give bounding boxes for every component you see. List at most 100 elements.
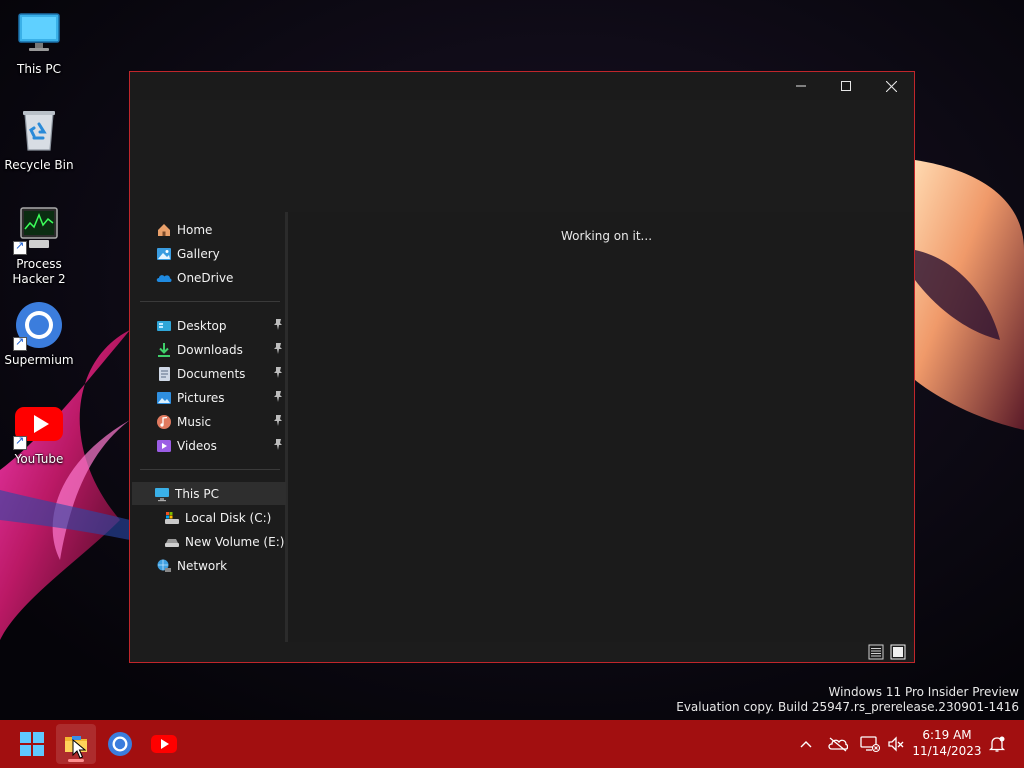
nav-item-label: Music (177, 414, 212, 429)
music-icon (156, 414, 172, 430)
nav-item-local-disk-c[interactable]: Local Disk (C:) (134, 506, 286, 529)
nav-item-label: Gallery (177, 246, 220, 261)
nav-item-downloads[interactable]: Downloads (134, 338, 286, 361)
watermark-line-1: Windows 11 Pro Insider Preview (828, 685, 1019, 699)
taskbar[interactable]: 6:19 AM 11/14/2023 (0, 720, 1024, 768)
nav-item-label: Home (177, 222, 213, 237)
mouse-cursor-icon (72, 738, 87, 762)
maximize-button[interactable] (823, 72, 869, 100)
details-view-button[interactable] (868, 644, 884, 660)
command-bar-area (130, 100, 914, 212)
minimize-button[interactable] (778, 72, 824, 100)
large-icons-view-button[interactable] (890, 644, 906, 660)
nav-item-label: Desktop (177, 318, 227, 333)
downloads-icon (156, 342, 172, 358)
onedrive-offline-icon (828, 737, 848, 752)
nav-item-home[interactable]: Home (134, 218, 286, 241)
supermium-icon (108, 732, 132, 756)
youtube-icon (13, 400, 63, 450)
notification-center-button[interactable] (985, 732, 1009, 756)
local-disk-icon (164, 510, 180, 526)
nav-item-label: Local Disk (C:) (185, 510, 272, 525)
network-icon (156, 558, 172, 574)
show-hidden-icons-button[interactable] (794, 732, 818, 756)
nav-item-onedrive[interactable]: OneDrive (134, 266, 286, 289)
documents-icon (156, 366, 172, 382)
recycle-bin-icon (15, 106, 63, 154)
pin-icon[interactable] (272, 342, 284, 356)
close-button[interactable] (868, 72, 914, 100)
minimize-icon (796, 85, 806, 87)
close-icon (885, 80, 897, 92)
desktop-icon-label: This PC (17, 62, 61, 76)
desktop-icon-label: Recycle Bin (4, 158, 74, 172)
clock-time: 6:19 AM (922, 728, 972, 742)
notifications-icon (988, 736, 1006, 752)
pin-icon[interactable] (272, 414, 284, 428)
desktop-icon-label: YouTube (14, 452, 64, 466)
file-explorer-window[interactable]: Home Gallery OneDrive Desktop Downloads … (129, 71, 915, 663)
desktop-icon-label: Process Hacker 2 (1, 257, 77, 287)
pin-icon[interactable] (272, 438, 284, 452)
desktop-icon-supermium[interactable]: Supermium (1, 301, 77, 368)
status-bar (130, 642, 914, 662)
nav-item-label: OneDrive (177, 270, 234, 285)
label-line-1: Process (16, 257, 62, 271)
nav-separator (140, 301, 280, 302)
network-tray-button[interactable] (858, 732, 882, 756)
drive-icon (164, 534, 180, 550)
nav-item-desktop[interactable]: Desktop (134, 314, 286, 337)
taskbar-supermium[interactable] (100, 724, 140, 764)
nav-item-network[interactable]: Network (134, 554, 286, 577)
pin-icon[interactable] (272, 318, 284, 332)
start-icon (20, 732, 44, 756)
shortcut-arrow-icon (13, 335, 27, 351)
pin-icon[interactable] (272, 366, 284, 380)
nav-item-videos[interactable]: Videos (134, 434, 286, 457)
desktop-icon-recycle-bin[interactable]: Recycle Bin (1, 106, 77, 173)
label-line-2: Hacker 2 (12, 272, 66, 286)
taskbar-youtube[interactable] (144, 724, 184, 764)
volume-tray-button[interactable] (884, 732, 908, 756)
desktop-icon-this-pc[interactable]: This PC (1, 10, 77, 77)
nav-item-label: Pictures (177, 390, 225, 405)
home-icon (156, 222, 172, 238)
process-hacker-icon (13, 205, 63, 255)
nav-item-documents[interactable]: Documents (134, 362, 286, 385)
desktop-icon-process-hacker[interactable]: Process Hacker 2 (1, 205, 77, 287)
network-disconnected-icon (860, 736, 880, 753)
volume-muted-icon (888, 736, 904, 752)
nav-item-pictures[interactable]: Pictures (134, 386, 286, 409)
start-button[interactable] (12, 724, 52, 764)
maximize-icon (841, 81, 851, 91)
chevron-up-icon (800, 741, 812, 748)
nav-item-label: Downloads (177, 342, 243, 357)
nav-item-label: Network (177, 558, 228, 573)
pin-icon[interactable] (272, 390, 284, 404)
monitor-icon (154, 486, 170, 502)
youtube-icon (151, 735, 177, 753)
watermark-line-2: Evaluation copy. Build 25947.rs_prerelea… (676, 700, 1019, 714)
gallery-icon (156, 246, 172, 262)
title-bar[interactable] (130, 72, 914, 100)
nav-item-label: This PC (175, 486, 219, 501)
navigation-pane[interactable]: Home Gallery OneDrive Desktop Downloads … (130, 212, 288, 642)
pictures-icon (156, 390, 172, 406)
nav-item-new-volume-e[interactable]: New Volume (E:) (134, 530, 286, 553)
nav-item-label: New Volume (E:) (185, 534, 285, 549)
desktop-icon-youtube[interactable]: YouTube (1, 400, 77, 467)
large-icons-view-icon (890, 644, 906, 660)
file-list-view[interactable]: Working on it... (291, 212, 914, 642)
taskbar-clock[interactable]: 6:19 AM 11/14/2023 (912, 727, 982, 759)
monitor-icon (15, 10, 63, 58)
nav-item-label: Videos (177, 438, 217, 453)
onedrive-icon (156, 270, 172, 286)
nav-item-gallery[interactable]: Gallery (134, 242, 286, 265)
onedrive-tray-button[interactable] (826, 732, 850, 756)
nav-separator (140, 469, 280, 470)
nav-item-label: Documents (177, 366, 246, 381)
nav-item-this-pc[interactable]: This PC (132, 482, 286, 505)
shortcut-arrow-icon (13, 434, 27, 450)
nav-item-music[interactable]: Music (134, 410, 286, 433)
desktop-icon-label: Supermium (4, 353, 74, 367)
